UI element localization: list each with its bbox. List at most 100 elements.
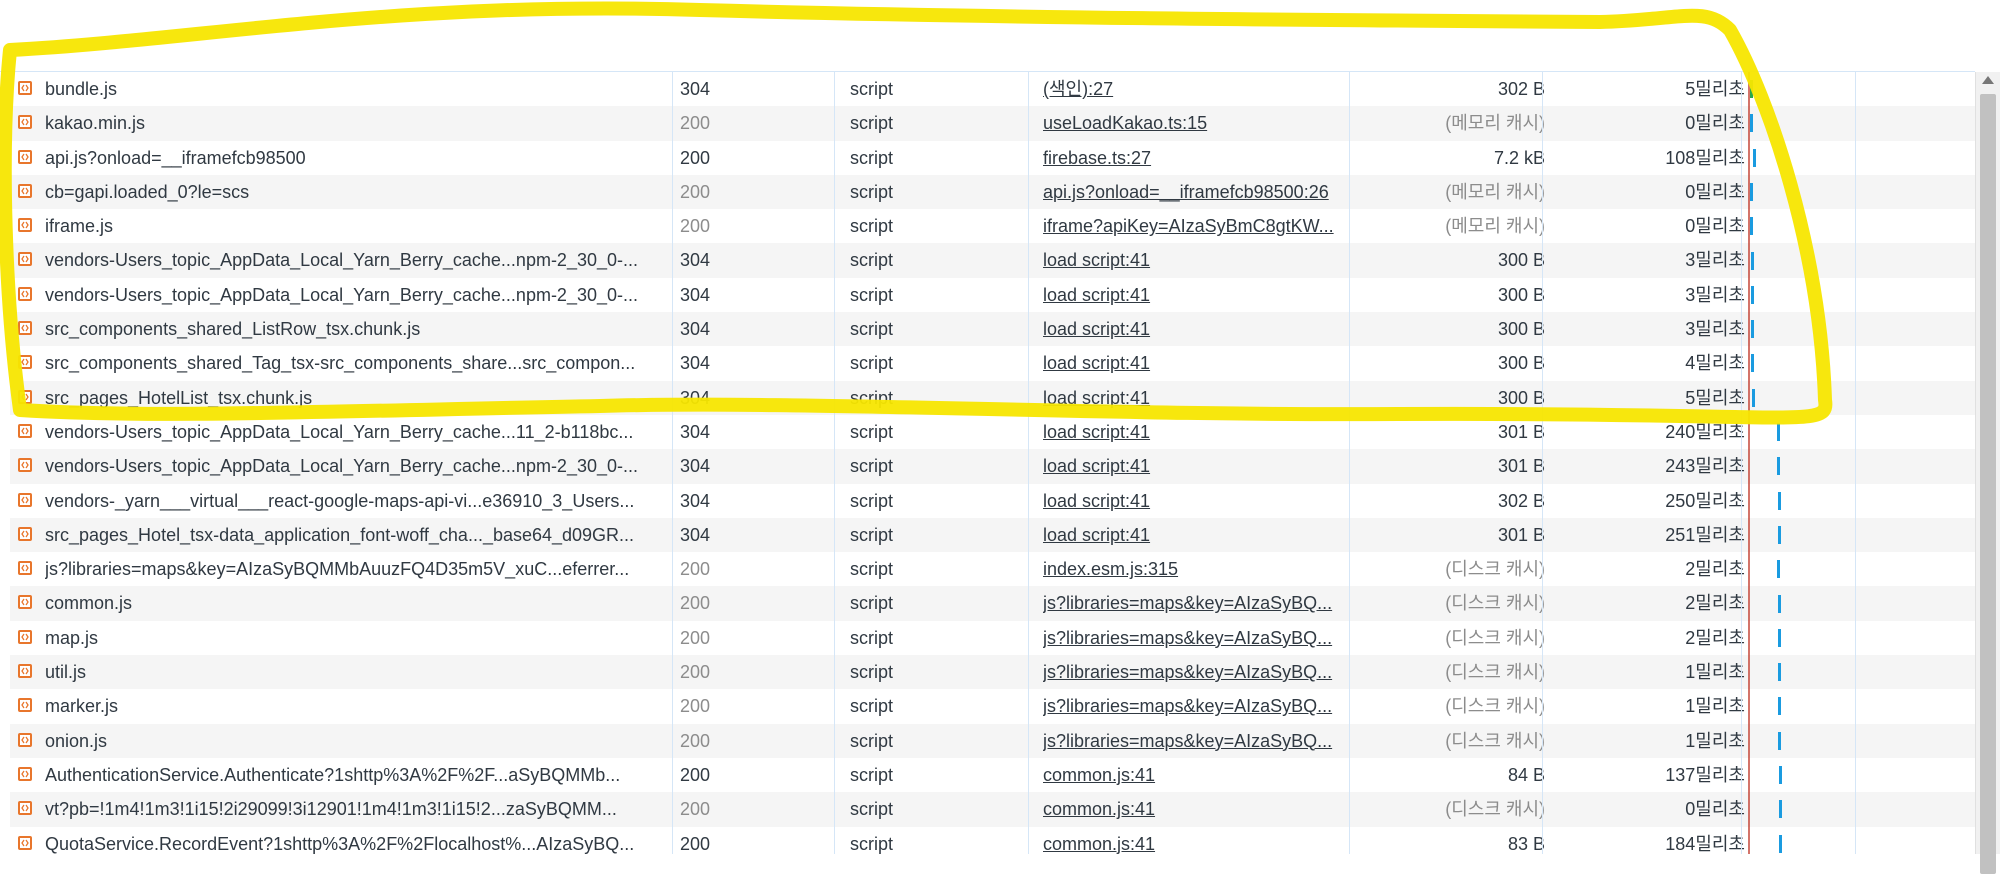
column-divider[interactable]: [672, 72, 673, 854]
table-row[interactable]: src_pages_HotelList_tsx.chunk.js 304 scrip…: [10, 380, 1975, 415]
request-time: 2밀리초: [1685, 593, 1745, 614]
table-row[interactable]: util.js 200 script js?libraries=maps&key=AI…: [10, 655, 1975, 690]
script-file-icon: [18, 561, 32, 576]
request-type: script: [850, 662, 894, 683]
request-initiator-link[interactable]: load script:41: [1043, 449, 1353, 483]
table-row[interactable]: vendors-Users_topic_AppData_Local_Yarn_B…: [10, 243, 1975, 278]
request-size: (메모리 캐시): [1445, 216, 1545, 237]
vertical-scrollbar[interactable]: [1975, 72, 2000, 874]
request-initiator-link[interactable]: firebase.ts:27: [1043, 141, 1353, 175]
table-row[interactable]: src_components_shared_ListRow_tsx.chunk.…: [10, 312, 1975, 347]
request-size: (디스크 캐시): [1445, 730, 1545, 751]
request-initiator-link[interactable]: (색인):27: [1043, 72, 1353, 106]
waterfall-bar: [1751, 251, 1754, 270]
request-initiator-link[interactable]: load script:41: [1043, 312, 1353, 346]
request-status: 200: [680, 593, 711, 614]
request-initiator-link[interactable]: load script:41: [1043, 243, 1353, 277]
request-initiator-link[interactable]: iframe?apiKey=AIzaSyBmC8gtKW...: [1043, 209, 1353, 243]
request-initiator-link[interactable]: load script:41: [1043, 381, 1353, 415]
column-divider[interactable]: [1349, 72, 1350, 854]
column-divider[interactable]: [834, 72, 835, 854]
table-row[interactable]: js?libraries=maps&key=AIzaSyBQMMbAuuzFQ4…: [10, 552, 1975, 587]
request-name: cb=gapi.loaded_0?le=scs: [45, 181, 250, 202]
table-row[interactable]: bundle.js 304 script (색인):27 302 B 5밀리초: [10, 72, 1975, 107]
table-row[interactable]: QuotaService.RecordEvent?1shttp%3A%2F%2F…: [10, 826, 1975, 861]
table-row[interactable]: marker.js 200 script js?libraries=maps&key=…: [10, 689, 1975, 724]
request-time: 108밀리초: [1665, 147, 1745, 168]
table-row[interactable]: vendors-Users_topic_AppData_Local_Yarn_B…: [10, 277, 1975, 313]
request-name: vendors-Users_topic_AppData_Local_Yarn_B…: [45, 421, 634, 442]
request-type: script: [850, 353, 894, 374]
request-status: 200: [680, 181, 711, 202]
request-status: 304: [680, 79, 711, 99]
table-row[interactable]: vendors-Users_topic_AppData_Local_Yarn_B…: [10, 449, 1975, 484]
table-row[interactable]: src_components_shared_Tag_tsx-src_compon…: [10, 346, 1975, 381]
request-time: 3밀리초: [1685, 319, 1745, 340]
column-divider[interactable]: [1741, 72, 1742, 854]
script-file-icon: [18, 286, 32, 301]
script-file-icon: [18, 492, 32, 507]
request-initiator-link[interactable]: js?libraries=maps&key=AIzaSyBQ...: [1043, 586, 1353, 620]
script-file-icon: [18, 629, 32, 644]
request-initiator-link[interactable]: js?libraries=maps&key=AIzaSyBQ...: [1043, 689, 1353, 723]
request-status: 200: [680, 147, 711, 168]
request-size: 300 B: [1497, 319, 1545, 340]
table-row[interactable]: src_pages_Hotel_tsx-data_application_fon…: [10, 517, 1975, 553]
request-initiator-link[interactable]: useLoadKakao.ts:15: [1043, 106, 1353, 140]
waterfall-bar: [1779, 766, 1782, 784]
waterfall-bar: [1778, 525, 1781, 544]
table-row[interactable]: vendors-Users_topic_AppData_Local_Yarn_B…: [10, 414, 1975, 450]
request-initiator-link[interactable]: common.js:41: [1043, 827, 1353, 861]
table-row[interactable]: vt?pb=!1m4!1m3!1i15!2i29099!3i12901!1m4!…: [10, 792, 1975, 827]
request-size: 300 B: [1497, 353, 1545, 374]
request-initiator-link[interactable]: js?libraries=maps&key=AIzaSyBQ...: [1043, 621, 1353, 655]
table-row[interactable]: kakao.min.js 200 script useLoadKakao.ts:15 (…: [10, 106, 1975, 141]
script-file-icon: [18, 389, 32, 404]
request-initiator-link[interactable]: js?libraries=maps&key=AIzaSyBQ...: [1043, 724, 1353, 758]
table-row[interactable]: onion.js 200 script js?libraries=maps&key=A…: [10, 723, 1975, 758]
request-initiator-link[interactable]: load script:41: [1043, 518, 1353, 552]
request-time: 251밀리초: [1665, 524, 1745, 545]
request-initiator-link[interactable]: common.js:41: [1043, 792, 1353, 826]
table-row[interactable]: cb=gapi.loaded_0?le=scs 200 script api.js?o…: [10, 174, 1975, 210]
request-initiator-link[interactable]: js?libraries=maps&key=AIzaSyBQ...: [1043, 655, 1353, 689]
request-name: src_pages_Hotel_tsx-data_application_fon…: [45, 524, 635, 545]
request-size: 84 B: [1507, 764, 1545, 785]
request-name: vendors-Users_topic_AppData_Local_Yarn_B…: [45, 284, 638, 305]
waterfall-bar: [1779, 800, 1782, 819]
request-initiator-link[interactable]: load script:41: [1043, 484, 1353, 518]
table-row[interactable]: common.js 200 script js?libraries=maps&key=…: [10, 586, 1975, 621]
request-initiator-link[interactable]: load script:41: [1043, 415, 1353, 449]
scrollbar-thumb[interactable]: [1980, 94, 1996, 874]
table-row[interactable]: AuthenticationService.Authenticate?1shtt…: [10, 757, 1975, 793]
request-status: 304: [680, 353, 711, 374]
request-initiator-link[interactable]: load script:41: [1043, 346, 1353, 380]
request-time: 1밀리초: [1685, 662, 1745, 683]
table-row[interactable]: vendors-_yarn___virtual___react-google-m…: [10, 483, 1975, 518]
column-divider[interactable]: [1542, 72, 1543, 854]
request-time: 5밀리초: [1685, 387, 1745, 408]
request-time: 4밀리초: [1685, 353, 1745, 374]
table-row[interactable]: iframe.js 200 script iframe?apiKey=AIzaSyBm…: [10, 209, 1975, 244]
request-type: script: [850, 387, 894, 408]
table-row[interactable]: api.js?onload=__iframefcb98500 200 script f…: [10, 140, 1975, 175]
request-name: common.js: [45, 593, 133, 614]
request-name: kakao.min.js: [45, 113, 146, 134]
table-row[interactable]: map.js 200 script js?libraries=maps&key=AIz…: [10, 620, 1975, 656]
scroll-up-arrow-icon[interactable]: [1982, 76, 1994, 84]
request-initiator-link[interactable]: common.js:41: [1043, 758, 1353, 792]
request-initiator-link[interactable]: load script:41: [1043, 278, 1353, 312]
script-file-icon: [18, 698, 32, 713]
request-status: 200: [680, 662, 711, 683]
waterfall-bar: [1778, 628, 1781, 647]
request-time: 3밀리초: [1685, 284, 1745, 305]
waterfall-bar: [1750, 182, 1753, 201]
column-divider[interactable]: [1028, 72, 1029, 854]
request-initiator-link[interactable]: api.js?onload=__iframefcb98500:26: [1043, 175, 1353, 209]
script-file-icon: [18, 423, 32, 438]
request-name: vt?pb=!1m4!1m3!1i15!2i29099!3i12901!1m4!…: [45, 799, 617, 820]
request-status: 304: [680, 284, 711, 305]
request-status: 200: [680, 799, 711, 820]
script-file-icon: [18, 458, 32, 473]
request-initiator-link[interactable]: index.esm.js:315: [1043, 552, 1353, 586]
